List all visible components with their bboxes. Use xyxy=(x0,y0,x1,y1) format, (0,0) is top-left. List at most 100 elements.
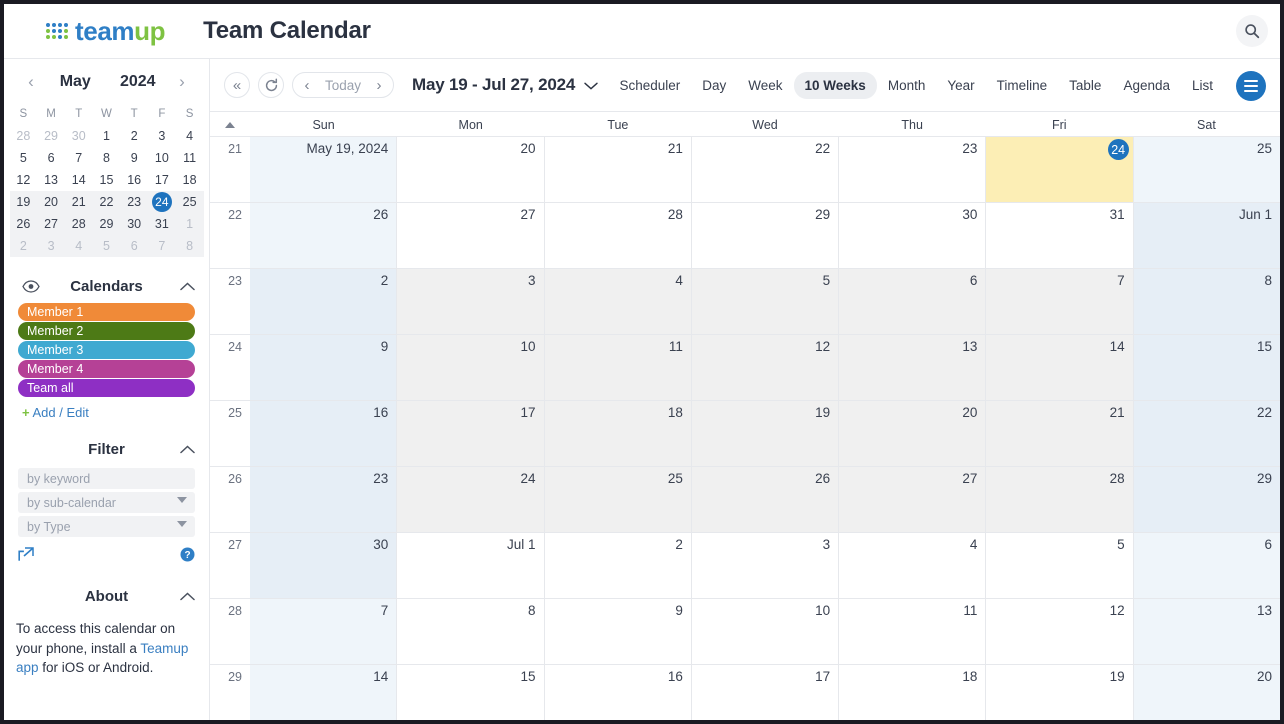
chevron-up-icon-about[interactable] xyxy=(180,591,195,601)
mini-calendar-day[interactable]: 10 xyxy=(148,147,176,169)
day-cell[interactable]: 13 xyxy=(839,335,987,400)
mini-calendar-year[interactable]: 2024 xyxy=(107,73,170,91)
day-cell[interactable]: 31 xyxy=(986,203,1134,268)
mini-calendar-day[interactable]: 2 xyxy=(9,235,38,257)
day-cell[interactable]: 25 xyxy=(1133,137,1280,202)
day-cell[interactable]: 20 xyxy=(397,137,545,202)
view-tab-year[interactable]: Year xyxy=(936,72,985,99)
day-cell[interactable]: May 19, 2024 xyxy=(250,137,398,202)
mini-calendar-prev-button[interactable]: ‹ xyxy=(18,69,44,95)
day-cell[interactable]: 28 xyxy=(986,467,1134,532)
filter-keyword-input[interactable]: by keyword xyxy=(18,468,195,489)
day-cell[interactable]: 5 xyxy=(986,533,1134,598)
mini-calendar-day[interactable]: 28 xyxy=(64,213,93,235)
mini-calendar-day[interactable]: 4 xyxy=(176,125,204,147)
view-tab-timeline[interactable]: Timeline xyxy=(986,72,1059,99)
day-cell[interactable]: 20 xyxy=(1133,665,1280,720)
mini-calendar-day[interactable]: 5 xyxy=(10,147,38,169)
day-cell[interactable]: 25 xyxy=(544,467,692,532)
calendar-item-1[interactable]: Member 1 xyxy=(18,303,195,321)
week-number[interactable]: 22 xyxy=(210,203,250,268)
mini-calendar-day[interactable]: 13 xyxy=(37,169,65,191)
mini-calendar-day[interactable]: 3 xyxy=(148,125,176,147)
day-cell[interactable]: 18 xyxy=(544,401,692,466)
week-number[interactable]: 27 xyxy=(210,533,250,598)
day-cell[interactable]: 23 xyxy=(250,467,398,532)
day-cell[interactable]: 11 xyxy=(839,599,987,664)
day-cell[interactable]: 26 xyxy=(691,467,840,532)
day-cell[interactable]: 6 xyxy=(1133,533,1280,598)
day-cell[interactable]: 12 xyxy=(691,335,840,400)
day-cell[interactable]: 14 xyxy=(986,335,1134,400)
mini-calendar-day[interactable]: 8 xyxy=(175,235,204,257)
view-tab-month[interactable]: Month xyxy=(877,72,937,99)
mini-calendar-next-button[interactable]: › xyxy=(169,69,195,95)
day-cell[interactable]: 8 xyxy=(1133,269,1280,334)
day-cell[interactable]: 24 xyxy=(397,467,545,532)
mini-calendar-day[interactable]: 19 xyxy=(9,191,38,213)
mini-calendar-day[interactable]: 26 xyxy=(9,213,38,235)
day-cell[interactable]: 7 xyxy=(986,269,1134,334)
day-cell[interactable]: 5 xyxy=(691,269,840,334)
day-cell[interactable]: Jun 1 xyxy=(1133,203,1280,268)
mini-calendar-day[interactable]: 30 xyxy=(65,125,93,147)
add-edit-calendars-button[interactable]: + Add / Edit xyxy=(4,398,209,420)
day-cell[interactable]: 13 xyxy=(1133,599,1280,664)
prev-period-button[interactable]: ‹ xyxy=(293,72,321,98)
today-button[interactable]: Today xyxy=(321,78,365,93)
mini-calendar-day[interactable]: 12 xyxy=(10,169,38,191)
mini-calendar-day[interactable]: 15 xyxy=(93,169,121,191)
mini-calendar-day[interactable]: 21 xyxy=(64,191,93,213)
calendar-item-2[interactable]: Member 2 xyxy=(18,322,195,340)
day-cell[interactable]: 7 xyxy=(250,599,398,664)
hamburger-menu-icon[interactable] xyxy=(1236,70,1266,101)
mini-calendar-day[interactable]: 4 xyxy=(64,235,93,257)
day-cell[interactable]: Jul 1 xyxy=(397,533,545,598)
day-cell[interactable]: 15 xyxy=(1133,335,1280,400)
day-cell[interactable]: 16 xyxy=(544,665,692,720)
mini-calendar-day[interactable]: 1 xyxy=(175,213,204,235)
view-tab-day[interactable]: Day xyxy=(691,72,737,99)
week-number[interactable]: 23 xyxy=(210,269,250,334)
week-number[interactable]: 28 xyxy=(210,599,250,664)
day-cell[interactable]: 30 xyxy=(839,203,987,268)
day-cell[interactable]: 14 xyxy=(250,665,398,720)
mini-calendar-day[interactable]: 1 xyxy=(93,125,121,147)
day-cell[interactable]: 22 xyxy=(691,137,840,202)
day-cell[interactable]: 8 xyxy=(397,599,545,664)
day-cell[interactable]: 2 xyxy=(250,269,398,334)
mini-calendar-day[interactable]: 6 xyxy=(37,147,65,169)
week-number[interactable]: 21 xyxy=(210,137,250,202)
mini-calendar-day[interactable]: 9 xyxy=(120,147,148,169)
week-number[interactable]: 26 xyxy=(210,467,250,532)
mini-calendar-month[interactable]: May xyxy=(44,73,107,91)
day-cell[interactable]: 27 xyxy=(397,203,545,268)
refresh-icon[interactable] xyxy=(258,72,284,98)
chevron-up-icon-filter[interactable] xyxy=(180,444,195,454)
day-cell[interactable]: 26 xyxy=(250,203,398,268)
day-cell[interactable]: 18 xyxy=(839,665,987,720)
day-cell[interactable]: 16 xyxy=(250,401,398,466)
search-icon[interactable] xyxy=(1236,15,1268,47)
help-icon[interactable]: ? xyxy=(180,547,195,567)
view-tab-10-weeks[interactable]: 10 Weeks xyxy=(793,72,877,99)
day-cell[interactable]: 3 xyxy=(397,269,545,334)
mini-calendar-day[interactable]: 7 xyxy=(148,235,176,257)
view-tab-scheduler[interactable]: Scheduler xyxy=(608,72,691,99)
day-cell[interactable]: 19 xyxy=(986,665,1134,720)
calendar-item-5[interactable]: Team all xyxy=(18,379,195,397)
next-period-button[interactable]: › xyxy=(365,72,393,98)
share-icon[interactable] xyxy=(18,547,35,567)
mini-calendar-day[interactable]: 14 xyxy=(65,169,93,191)
day-cell[interactable]: 12 xyxy=(986,599,1134,664)
day-cell[interactable]: 11 xyxy=(544,335,692,400)
day-cell[interactable]: 9 xyxy=(544,599,692,664)
teamup-logo[interactable]: teamup xyxy=(46,16,165,47)
day-cell[interactable]: 30 xyxy=(250,533,398,598)
day-cell[interactable]: 6 xyxy=(839,269,987,334)
chevron-up-icon-calendars[interactable] xyxy=(180,281,195,291)
day-cell[interactable]: 20 xyxy=(839,401,987,466)
mini-calendar-day[interactable]: 24 xyxy=(148,191,176,213)
day-cell[interactable]: 10 xyxy=(691,599,840,664)
day-cell[interactable]: 24 xyxy=(986,137,1134,202)
